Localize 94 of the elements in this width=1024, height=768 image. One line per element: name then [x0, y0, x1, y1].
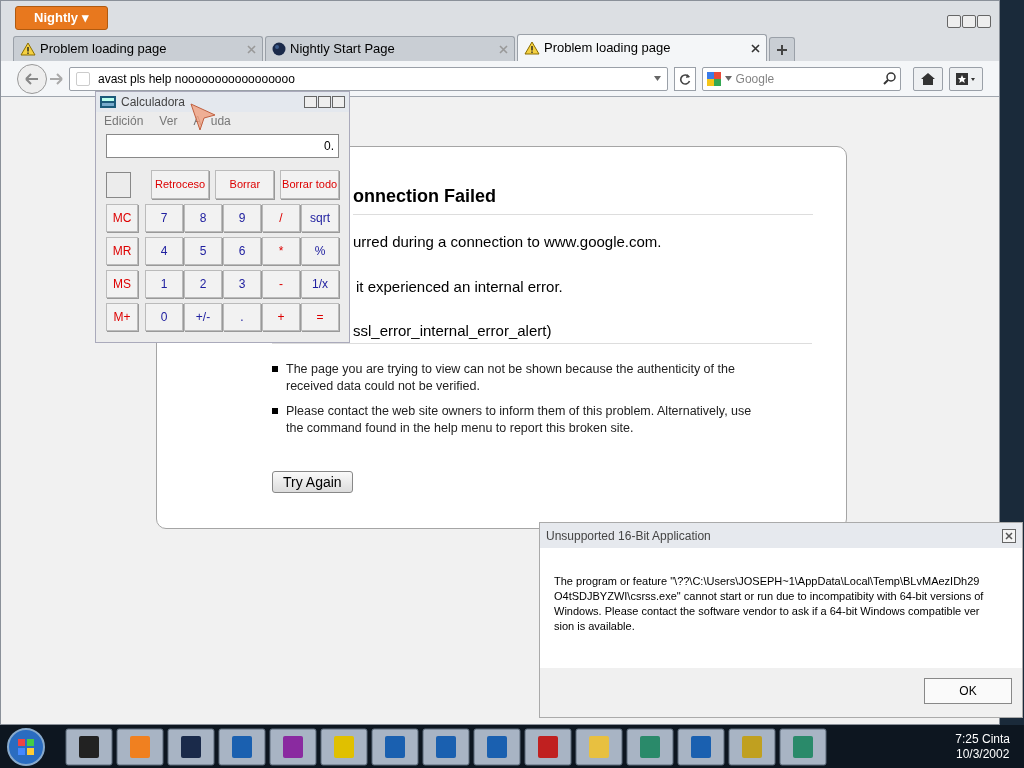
calculator-key[interactable]: * — [262, 237, 300, 265]
start-button-icon[interactable] — [6, 726, 46, 767]
bullet-text: The page you are trying to view can not be shown because the authenticity of the received data could not be verified. — [286, 361, 736, 395]
calculator-key[interactable]: +/- — [184, 303, 222, 331]
globe-icon — [272, 42, 286, 56]
calculator-key[interactable]: / — [262, 204, 300, 232]
taskbar-app-icon[interactable] — [218, 727, 266, 766]
browser-tab[interactable]: Problem loading page — [13, 36, 263, 61]
home-button[interactable] — [913, 66, 944, 91]
calculator-key[interactable]: - — [262, 270, 300, 298]
calculator-key[interactable]: 1/x — [301, 270, 339, 298]
calculator-key[interactable]: = — [301, 303, 339, 331]
calculator-key[interactable]: MR — [106, 237, 138, 265]
calculator-key[interactable]: % — [301, 237, 339, 265]
plus-icon — [776, 43, 788, 56]
taskbar-app-icon[interactable] — [728, 727, 776, 766]
calculator-key[interactable]: . — [223, 303, 261, 331]
menu-item[interactable]: Ver — [159, 112, 178, 130]
browser-tab[interactable]: Nightly Start Page — [265, 36, 515, 61]
browser-tab[interactable]: Problem loading page — [517, 34, 767, 61]
bullet-icon — [272, 366, 278, 372]
taskbar-app-icon[interactable] — [371, 727, 419, 766]
calculator-icon — [100, 96, 116, 108]
calculator-key[interactable]: sqrt — [301, 204, 339, 232]
tab-title: Problem loading page — [40, 40, 168, 59]
calculator-key[interactable]: 6 — [223, 237, 261, 265]
dropdown-icon[interactable] — [653, 76, 661, 81]
warning-icon — [20, 42, 36, 56]
close-button[interactable] — [1002, 528, 1016, 543]
calculator-key[interactable]: Retroceso — [150, 170, 210, 199]
clock-date: 10/3/2002 — [955, 746, 1010, 762]
dropdown-icon[interactable] — [724, 76, 732, 81]
search-icon[interactable] — [883, 72, 897, 85]
calculator-key[interactable]: M+ — [106, 303, 138, 331]
calculator-key[interactable]: 7 — [145, 204, 183, 232]
calculator-key[interactable]: 1 — [145, 270, 183, 298]
calculator-key[interactable]: MS — [106, 270, 138, 298]
bullet-text: Please contact the web site owners to inform them of this problem. Alternatively, use the command found in the help menu to report this broken site. — [286, 403, 753, 437]
memory-indicator — [106, 171, 131, 198]
dialog-title: Unsupported 16-Bit Application — [546, 527, 712, 545]
warning-icon — [524, 41, 540, 55]
reload-button[interactable] — [673, 66, 696, 91]
google-logo-icon — [706, 71, 721, 86]
calculator-key[interactable]: 5 — [184, 237, 222, 265]
address-bar[interactable]: avast pls help nooooooooooooooooo — [69, 66, 668, 91]
bullet-icon — [272, 408, 278, 414]
calculator-key[interactable]: + — [262, 303, 300, 331]
search-field[interactable]: Google — [701, 66, 902, 91]
error-message: it experienced an internal error. — [356, 276, 564, 297]
calculator-key[interactable]: 0 — [145, 303, 183, 331]
page-icon — [76, 71, 90, 86]
taskbar-app-icon[interactable] — [677, 727, 725, 766]
calculator-key[interactable]: 9 — [223, 204, 261, 232]
calculator-key[interactable]: 8 — [184, 204, 222, 232]
try-again-button[interactable]: Try Again — [272, 471, 353, 493]
window-controls-icon[interactable] — [947, 15, 991, 28]
taskbar-app-icon[interactable] — [320, 727, 368, 766]
taskbar-app-icon[interactable] — [167, 727, 215, 766]
taskbar-app-icon[interactable] — [269, 727, 317, 766]
taskbar-app-icon[interactable] — [422, 727, 470, 766]
calculator-key[interactable]: 4 — [145, 237, 183, 265]
taskbar-app-icon[interactable] — [116, 727, 164, 766]
calculator-key[interactable]: MC — [106, 204, 138, 232]
search-input[interactable]: Google — [735, 69, 880, 88]
taskbar-app-icon[interactable] — [626, 727, 674, 766]
calculator-key[interactable]: 3 — [223, 270, 261, 298]
tab-title: Problem loading page — [544, 39, 672, 58]
error-message: urred during a connection to www.google.com. — [353, 232, 663, 252]
taskbar-app-icon[interactable] — [779, 727, 827, 766]
bookmark-star-icon — [956, 72, 977, 85]
menu-item[interactable]: Edición — [104, 112, 144, 130]
new-tab-button[interactable] — [769, 37, 795, 61]
dialog-message: The program or feature "\??\C:\Users\JOSEPH~1\AppData\Local\Temp\BLvMAezIDh29O4tSDJBYZWI\csrss.exe" cannot start or run due to incompatibity with 64-bit versions of Windows. Please contact the software vendor to ask if a 64-bit Windows compatible version is available. — [554, 574, 984, 634]
window-controls-icon[interactable] — [304, 96, 345, 108]
bookmarks-button[interactable] — [949, 66, 983, 91]
calculator-display: 0. — [106, 134, 339, 158]
back-forward-buttons-icon[interactable] — [17, 63, 63, 94]
window-title: Calculadora — [121, 94, 186, 111]
reload-icon — [678, 72, 691, 85]
taskbar-app-icon[interactable] — [524, 727, 572, 766]
error-title: onnection Failed — [353, 183, 813, 215]
clock-time: 7:25 Cinta — [955, 731, 1010, 747]
close-icon[interactable] — [751, 43, 760, 53]
error-message: ssl_error_internal_error_alert) — [353, 321, 553, 341]
taskbar-app-icon[interactable] — [473, 727, 521, 766]
home-icon — [921, 72, 936, 85]
tab-title: Nightly Start Page — [290, 40, 396, 59]
calculator-key[interactable]: Borrar todo — [280, 170, 339, 199]
calculator-key[interactable]: Borrar — [215, 170, 275, 199]
calculator-key[interactable]: 2 — [184, 270, 222, 298]
taskbar-app-icon[interactable] — [575, 727, 623, 766]
ok-button[interactable]: OK — [924, 678, 1012, 704]
address-text: avast pls help nooooooooooooooooo — [98, 70, 296, 88]
taskbar-app-icon[interactable] — [65, 727, 113, 766]
